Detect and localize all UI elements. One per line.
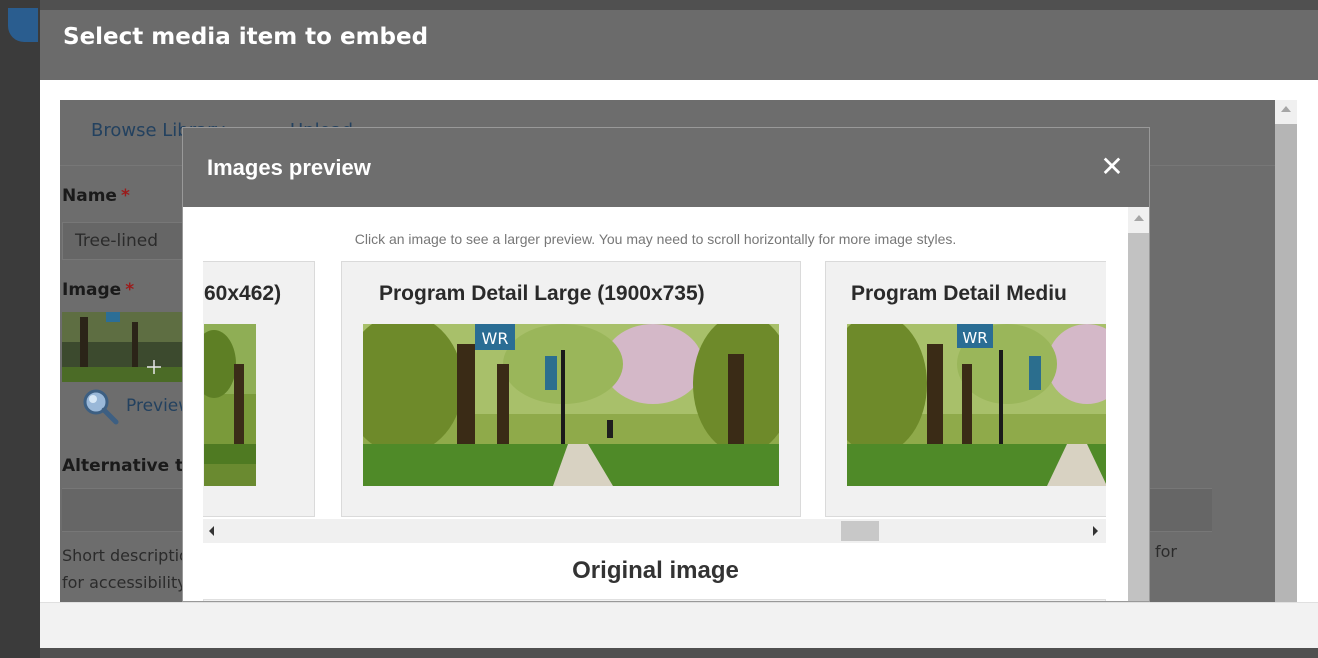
- image-style-label: Program Detail Large (1900x735): [379, 282, 705, 305]
- modal-content: Click an image to see a larger preview. …: [183, 207, 1128, 601]
- image-style-preview[interactable]: WR: [363, 324, 779, 486]
- horizontal-scrollbar[interactable]: [203, 519, 1106, 543]
- modal-titlebar: Images preview ✕: [183, 128, 1149, 207]
- scroll-up-arrow-icon[interactable]: [1134, 215, 1144, 221]
- modal-title: Images preview: [207, 155, 371, 180]
- required-marker: *: [120, 186, 130, 206]
- images-preview-modal: Images preview ✕ Click an image to see a…: [182, 127, 1150, 602]
- scrollbar-thumb[interactable]: [1128, 233, 1149, 601]
- alt-text-description: Short description for accessibility.: [62, 546, 199, 592]
- name-label-text: Name: [62, 186, 117, 206]
- dialog-footer: [40, 602, 1318, 648]
- alt-text-description-tail: for: [1155, 542, 1177, 561]
- image-badge: WR: [482, 329, 509, 348]
- magnifier-icon[interactable]: [80, 386, 120, 426]
- scroll-up-arrow-icon[interactable]: [1281, 106, 1291, 112]
- close-icon[interactable]: ✕: [1095, 150, 1129, 184]
- image-style-preview[interactable]: WR: [847, 324, 1106, 486]
- scroll-hint: Click an image to see a larger preview. …: [354, 231, 957, 247]
- image-style-label: Program Detail Mediu: [851, 282, 1067, 305]
- modal-vertical-scrollbar[interactable]: [1128, 207, 1149, 601]
- image-style-label: 60x462): [204, 282, 282, 305]
- page-left-strip: [0, 0, 40, 658]
- scroll-right-arrow-icon[interactable]: [1093, 526, 1098, 536]
- alt-text-field-label: Alternative t: [62, 456, 184, 476]
- site-logo: [8, 8, 38, 42]
- original-image-container[interactable]: [203, 599, 1106, 601]
- required-marker: *: [125, 280, 135, 300]
- image-style-card[interactable]: Program Detail Mediu WR: [825, 261, 1106, 517]
- image-badge: WR: [962, 329, 987, 347]
- scroll-left-arrow-icon[interactable]: [209, 526, 214, 536]
- dialog-title: Select media item to embed: [63, 24, 429, 50]
- image-thumbnail[interactable]: [62, 312, 182, 382]
- image-style-card[interactable]: Program Detail Large (1900x735) WR: [341, 261, 801, 517]
- name-input-value: Tree-lined: [75, 231, 159, 251]
- image-label-text: Image: [62, 280, 122, 300]
- image-style-preview[interactable]: [204, 324, 256, 486]
- original-image-heading: Original image: [572, 557, 739, 584]
- image-styles-strip: 60x462) Program Detail Large (1900x735): [203, 261, 1106, 517]
- name-field-label: Name *: [62, 186, 130, 206]
- image-style-card[interactable]: 60x462): [203, 261, 315, 517]
- scrollbar-thumb[interactable]: [841, 521, 879, 541]
- dialog-titlebar: Select media item to embed: [40, 10, 1318, 80]
- image-field-label: Image *: [62, 280, 134, 300]
- scrollbar-thumb[interactable]: [1275, 124, 1297, 610]
- dialog-vertical-scrollbar[interactable]: [1275, 100, 1297, 610]
